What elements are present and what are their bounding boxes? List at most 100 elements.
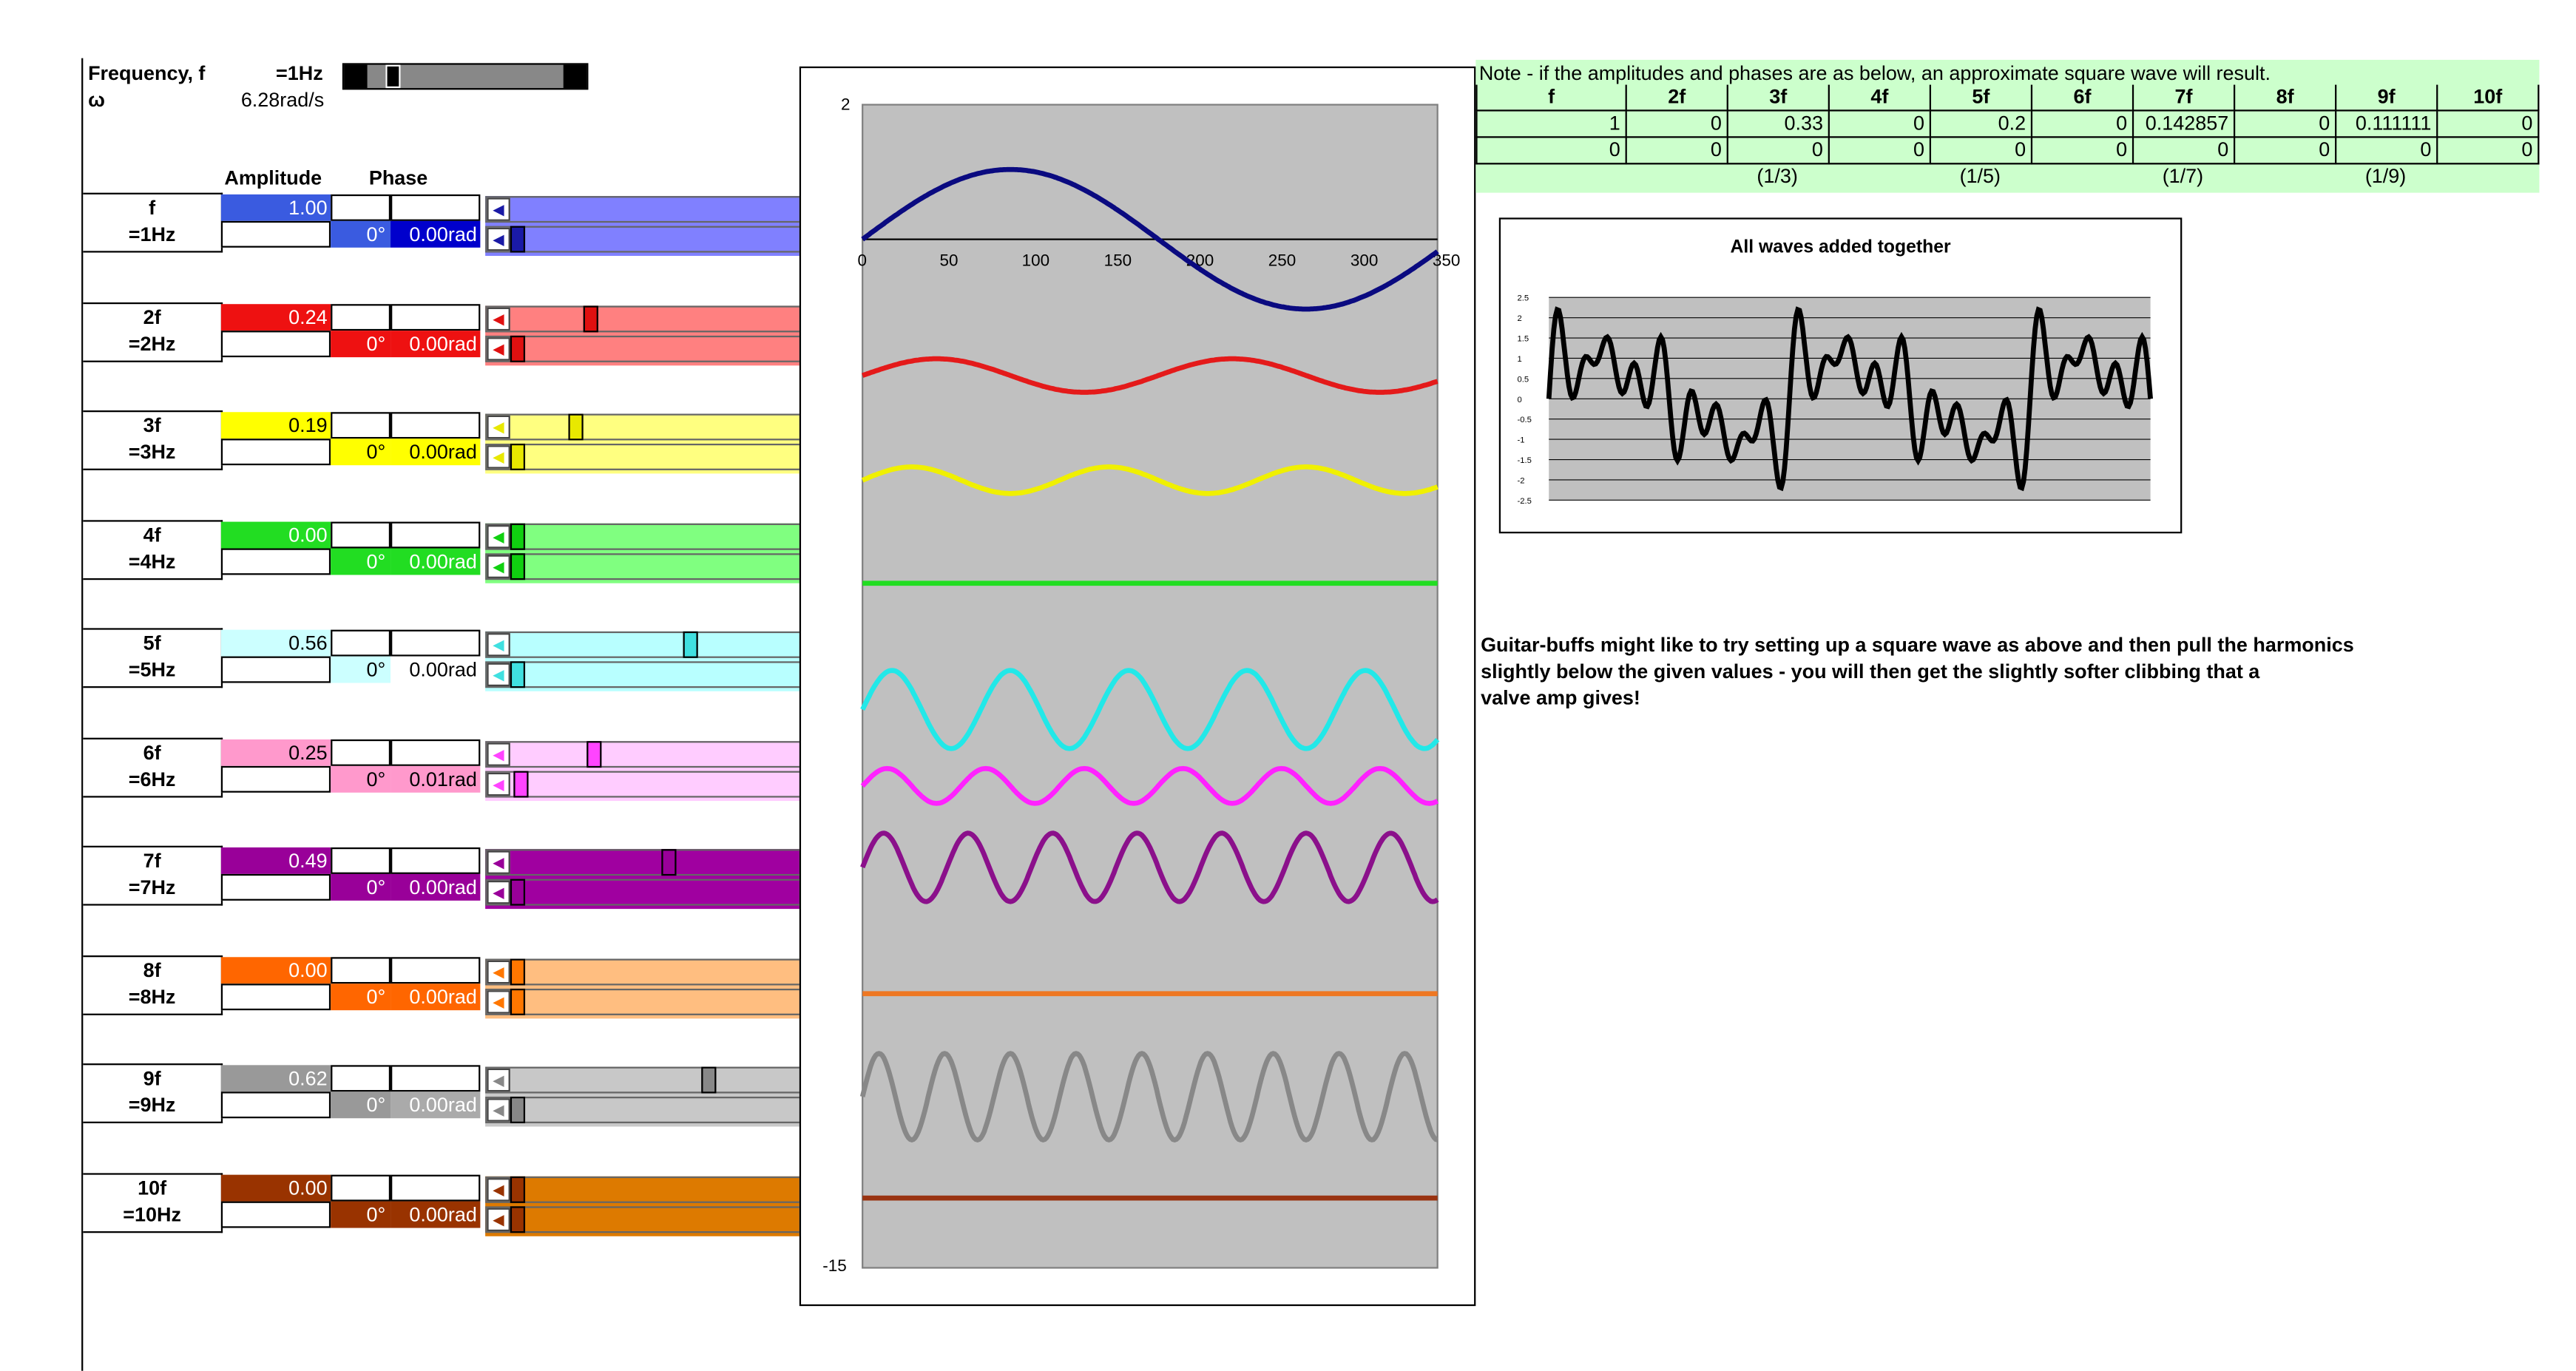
empty-cell xyxy=(331,1174,391,1201)
amplitude-slider-thumb[interactable] xyxy=(700,1066,716,1094)
amplitude-value-7f[interactable]: 0.49 xyxy=(220,847,331,874)
harmonic-frequency: =6Hz xyxy=(128,766,176,791)
harmonic-frequency: =9Hz xyxy=(128,1093,176,1117)
amplitude-slider-thumb[interactable] xyxy=(584,305,599,332)
amplitude-value-f[interactable]: 1.00 xyxy=(220,194,331,221)
scroll-left-icon[interactable]: ◀ xyxy=(487,989,510,1013)
table-cell: f xyxy=(1475,84,1626,112)
phase-slider-thumb[interactable] xyxy=(510,552,526,580)
frequency-slider-right-button[interactable] xyxy=(563,64,587,89)
scroll-left-icon[interactable]: ◀ xyxy=(487,880,510,904)
table-cell: 1 xyxy=(1475,111,1626,138)
amplitude-value-8f[interactable]: 0.00 xyxy=(220,956,331,984)
phase-slider-thumb[interactable] xyxy=(510,879,526,906)
phase-radians-4f[interactable]: 0.00rad xyxy=(391,547,481,575)
scroll-left-icon[interactable]: ◀ xyxy=(487,554,510,578)
x-tick-label: 0 xyxy=(857,251,867,270)
amplitude-slider-thumb[interactable] xyxy=(682,631,697,658)
table-cell: 0.2 xyxy=(1929,111,2031,138)
phase-degrees-8f: 0° xyxy=(331,983,391,1010)
frequency-slider-left-button[interactable] xyxy=(344,64,368,89)
table-cell: 0 xyxy=(2233,111,2336,138)
phase-column-header: Phase xyxy=(368,166,428,190)
empty-cell xyxy=(391,738,481,765)
fraction-label: (1/3) xyxy=(1757,164,1798,188)
phase-slider-thumb[interactable] xyxy=(510,226,526,253)
phase-radians-6f[interactable]: 0.01rad xyxy=(391,765,481,792)
phase-slider-thumb[interactable] xyxy=(510,334,526,362)
phase-radians-7f[interactable]: 0.00rad xyxy=(391,873,481,901)
amplitude-slider-thumb[interactable] xyxy=(660,849,676,876)
harmonic-label-10f: 10f =10Hz xyxy=(83,1172,223,1233)
frequency-slider-thumb[interactable] xyxy=(385,64,401,89)
table-cell: 10f xyxy=(2436,84,2540,112)
amplitude-slider-thumb[interactable] xyxy=(510,1175,526,1202)
phase-degrees-f: 0° xyxy=(331,220,391,248)
scroll-left-icon[interactable]: ◀ xyxy=(487,742,510,765)
scroll-left-icon[interactable]: ◀ xyxy=(487,1177,510,1201)
amplitude-value-9f[interactable]: 0.62 xyxy=(220,1065,331,1092)
phase-slider-thumb[interactable] xyxy=(510,1205,526,1233)
guitar-note-line-1: Guitar-buffs might like to try setting u… xyxy=(1481,633,2354,657)
empty-cell xyxy=(220,873,331,901)
scroll-left-icon[interactable]: ◀ xyxy=(487,1068,510,1092)
scroll-left-icon[interactable]: ◀ xyxy=(487,1098,510,1122)
phase-slider-thumb[interactable] xyxy=(510,661,526,688)
scroll-left-icon[interactable]: ◀ xyxy=(487,415,510,439)
scroll-left-icon[interactable]: ◀ xyxy=(487,336,510,360)
amplitude-value-10f[interactable]: 0.00 xyxy=(220,1174,331,1201)
phase-slider-thumb[interactable] xyxy=(510,1097,526,1123)
table-cell: 0 xyxy=(1828,111,1930,138)
amplitude-value-3f[interactable]: 0.19 xyxy=(220,412,331,439)
harmonic-frequency: =4Hz xyxy=(128,549,176,573)
scroll-left-icon[interactable]: ◀ xyxy=(487,663,510,687)
phase-slider-thumb[interactable] xyxy=(510,987,526,1015)
phase-radians-5f[interactable]: 0.00rad xyxy=(391,656,481,683)
phase-slider-thumb[interactable] xyxy=(510,443,526,470)
empty-cell xyxy=(331,412,391,439)
harmonic-name: 7f xyxy=(143,849,161,873)
scroll-left-icon[interactable]: ◀ xyxy=(487,633,510,657)
amplitude-value-2f[interactable]: 0.24 xyxy=(220,303,331,331)
phase-radians-10f[interactable]: 0.00rad xyxy=(391,1200,481,1228)
phase-slider-thumb[interactable] xyxy=(513,770,529,797)
scroll-left-icon[interactable]: ◀ xyxy=(487,959,510,984)
empty-cell xyxy=(220,656,331,683)
table-cell: 0 xyxy=(2436,111,2540,138)
x-tick-label: 50 xyxy=(940,251,959,270)
phase-degrees-6f: 0° xyxy=(331,765,391,792)
phase-radians-f[interactable]: 0.00rad xyxy=(391,220,481,248)
scroll-left-icon[interactable]: ◀ xyxy=(487,1207,510,1230)
empty-cell xyxy=(391,521,481,548)
amplitude-value-4f[interactable]: 0.00 xyxy=(220,521,331,548)
phase-radians-8f[interactable]: 0.00rad xyxy=(391,983,481,1010)
table-cell: 5f xyxy=(1929,84,2031,112)
empty-cell xyxy=(391,847,481,874)
scroll-left-icon[interactable]: ◀ xyxy=(487,306,510,331)
scroll-left-icon[interactable]: ◀ xyxy=(487,227,510,251)
scroll-left-icon[interactable]: ◀ xyxy=(487,197,510,221)
scroll-left-icon[interactable]: ◀ xyxy=(487,445,510,469)
scroll-left-icon[interactable]: ◀ xyxy=(487,850,510,874)
waveform-chart-plot: 2 -15 0 50 100 150 200 250 300 350 xyxy=(822,95,1460,1275)
empty-cell xyxy=(220,1091,331,1119)
harmonic-frequency: =3Hz xyxy=(128,440,176,464)
harmonic-name: 9f xyxy=(143,1066,161,1091)
frequency-slider[interactable] xyxy=(342,63,589,90)
amplitude-slider-thumb[interactable] xyxy=(510,522,526,549)
x-tick-label: 150 xyxy=(1104,251,1132,270)
amplitude-slider-thumb[interactable] xyxy=(586,740,602,767)
table-cell: 0 xyxy=(1625,138,1727,165)
table-cell: 0.111111 xyxy=(2335,111,2437,138)
table-cell: 0.33 xyxy=(1726,111,1828,138)
harmonic-frequency: =5Hz xyxy=(128,657,176,682)
phase-radians-2f[interactable]: 0.00rad xyxy=(391,330,481,356)
amplitude-value-5f[interactable]: 0.56 xyxy=(220,629,331,657)
scroll-left-icon[interactable]: ◀ xyxy=(487,524,510,548)
amplitude-slider-thumb[interactable] xyxy=(568,413,584,441)
scroll-left-icon[interactable]: ◀ xyxy=(487,771,510,796)
phase-radians-3f[interactable]: 0.00rad xyxy=(391,439,481,466)
phase-radians-9f[interactable]: 0.00rad xyxy=(391,1091,481,1119)
amplitude-slider-thumb[interactable] xyxy=(510,958,526,985)
amplitude-value-6f[interactable]: 0.25 xyxy=(220,738,331,765)
